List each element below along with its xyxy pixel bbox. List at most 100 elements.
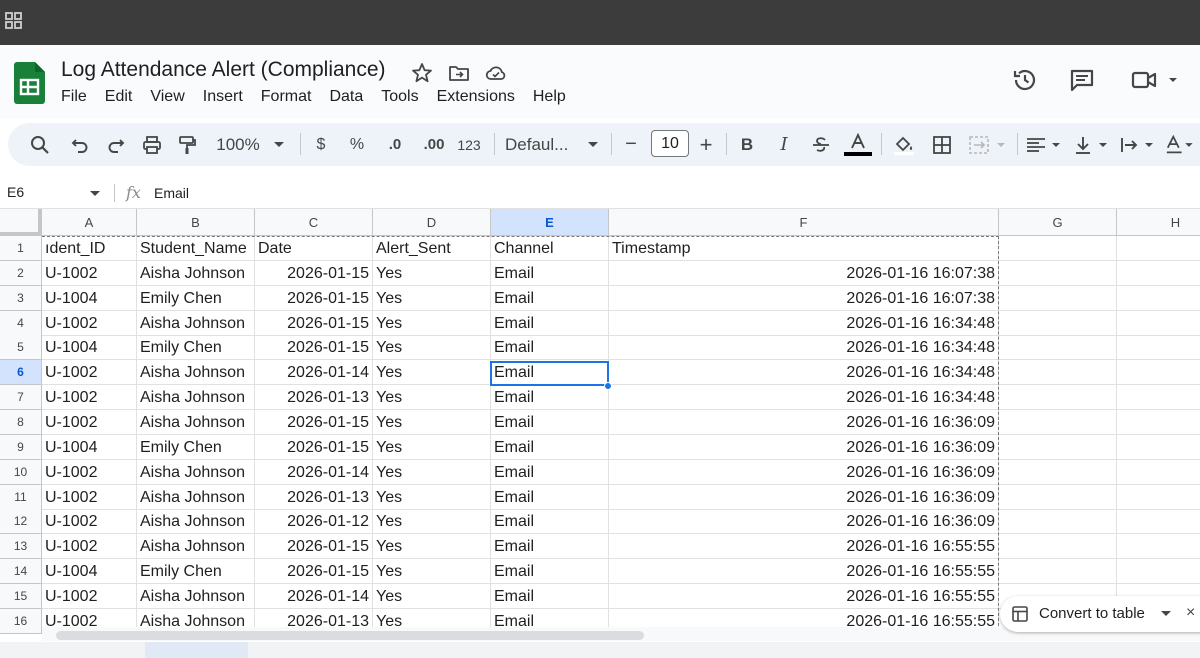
cell-c4[interactable]: 2026-01-15 [255,311,373,336]
cell-d5[interactable]: Yes [373,335,491,360]
cell-d7[interactable]: Yes [373,385,491,410]
comments-icon[interactable] [1068,66,1096,94]
row-header-8[interactable]: 8 [0,410,42,435]
row-header-6[interactable]: 6 [0,360,42,385]
decrease-decimal-button[interactable]: .0 [382,123,408,166]
cell-d2[interactable]: Yes [373,261,491,286]
cell-a10[interactable]: U-1002 [42,460,137,485]
cell-f12[interactable]: 2026-01-16 16:36:09 [609,509,999,534]
cell-a5[interactable]: U-1004 [42,335,137,360]
cell-d6[interactable]: Yes [373,360,491,385]
cell-a2[interactable]: U-1002 [42,261,137,286]
cell-b12[interactable]: Aisha Johnson [137,509,255,534]
cell-f4[interactable]: 2026-01-16 16:34:48 [609,311,999,336]
fill-handle[interactable] [604,382,612,390]
column-header-e[interactable]: E [491,209,609,236]
cell-c12[interactable]: 2026-01-12 [255,509,373,534]
cell-c9[interactable]: 2026-01-15 [255,435,373,460]
menu-tools[interactable]: Tools [381,88,418,106]
cell-c10[interactable]: 2026-01-14 [255,460,373,485]
undo-icon[interactable] [68,123,92,166]
row-header-10[interactable]: 10 [0,460,42,485]
cell-g12[interactable] [999,509,1117,534]
column-header-d[interactable]: D [373,209,491,236]
convert-to-table-button[interactable]: Convert to table [1039,605,1145,622]
column-header-f[interactable]: F [609,209,999,236]
vertical-align-icon[interactable] [1072,123,1112,166]
cell-f5[interactable]: 2026-01-16 16:34:48 [609,335,999,360]
cell-c2[interactable]: 2026-01-15 [255,261,373,286]
formula-input[interactable]: Email [154,185,189,201]
cell-f13[interactable]: 2026-01-16 16:55:55 [609,534,999,559]
column-header-g[interactable]: G [999,209,1117,236]
cell-e4[interactable]: Email [491,311,609,336]
menu-view[interactable]: View [150,88,184,106]
row-header-16[interactable]: 16 [0,609,42,634]
convert-options-caret-icon[interactable] [1160,610,1172,618]
cell-e15[interactable]: Email [491,584,609,609]
menu-format[interactable]: Format [261,88,312,106]
menu-help[interactable]: Help [533,88,566,106]
cell-b4[interactable]: Aisha Johnson [137,311,255,336]
cell-b7[interactable]: Aisha Johnson [137,385,255,410]
cell-e6[interactable]: Email [491,360,609,385]
cell-c11[interactable]: 2026-01-13 [255,485,373,510]
print-icon[interactable] [140,123,164,166]
text-wrapping-icon[interactable] [1118,123,1158,166]
menu-edit[interactable]: Edit [105,88,133,106]
cell-b14[interactable]: Emily Chen [137,559,255,584]
active-sheet-tab[interactable] [145,642,248,658]
sheets-logo-icon[interactable] [14,62,45,104]
cell-g6[interactable] [999,360,1117,385]
menu-extensions[interactable]: Extensions [437,88,515,106]
column-header-h[interactable]: H [1117,209,1200,236]
cell-e7[interactable]: Email [491,385,609,410]
cell-e3[interactable]: Email [491,286,609,311]
cell-h2[interactable] [1117,261,1200,286]
cell-c14[interactable]: 2026-01-15 [255,559,373,584]
increase-decimal-button[interactable]: .00 [419,123,449,166]
cell-d15[interactable]: Yes [373,584,491,609]
cell-h1[interactable] [1117,236,1200,261]
text-color-icon[interactable] [843,123,873,166]
search-menus-icon[interactable] [28,123,52,166]
cell-h14[interactable] [1117,559,1200,584]
cell-h6[interactable] [1117,360,1200,385]
cell-a13[interactable]: U-1002 [42,534,137,559]
row-header-1[interactable]: 1 [0,236,42,261]
increase-font-size-button[interactable]: + [695,123,717,166]
cell-h7[interactable] [1117,385,1200,410]
cell-b15[interactable]: Aisha Johnson [137,584,255,609]
cell-g9[interactable] [999,435,1117,460]
cell-c5[interactable]: 2026-01-15 [255,335,373,360]
row-header-12[interactable]: 12 [0,509,42,534]
cell-h9[interactable] [1117,435,1200,460]
cell-g8[interactable] [999,410,1117,435]
row-header-9[interactable]: 9 [0,435,42,460]
cell-d13[interactable]: Yes [373,534,491,559]
row-header-11[interactable]: 11 [0,485,42,510]
cell-a11[interactable]: U-1002 [42,485,137,510]
decrease-font-size-button[interactable]: − [620,123,642,166]
cell-a8[interactable]: U-1002 [42,410,137,435]
cell-d9[interactable]: Yes [373,435,491,460]
currency-format-button[interactable]: $ [310,123,332,166]
cell-f11[interactable]: 2026-01-16 16:36:09 [609,485,999,510]
cell-h13[interactable] [1117,534,1200,559]
column-header-b[interactable]: B [137,209,255,236]
more-formats-button[interactable]: 123 [455,123,483,166]
cell-d14[interactable]: Yes [373,559,491,584]
cell-e14[interactable]: Email [491,559,609,584]
cell-f10[interactable]: 2026-01-16 16:36:09 [609,460,999,485]
fill-color-icon[interactable] [892,123,916,166]
cell-g2[interactable] [999,261,1117,286]
cell-c13[interactable]: 2026-01-15 [255,534,373,559]
cell-e1[interactable]: Channel [491,236,609,261]
cell-d12[interactable]: Yes [373,509,491,534]
row-header-15[interactable]: 15 [0,584,42,609]
cell-b8[interactable]: Aisha Johnson [137,410,255,435]
star-icon[interactable] [411,62,433,84]
strikethrough-icon[interactable] [809,123,833,166]
cell-f15[interactable]: 2026-01-16 16:55:55 [609,584,999,609]
meet-video-icon[interactable] [1130,66,1182,94]
